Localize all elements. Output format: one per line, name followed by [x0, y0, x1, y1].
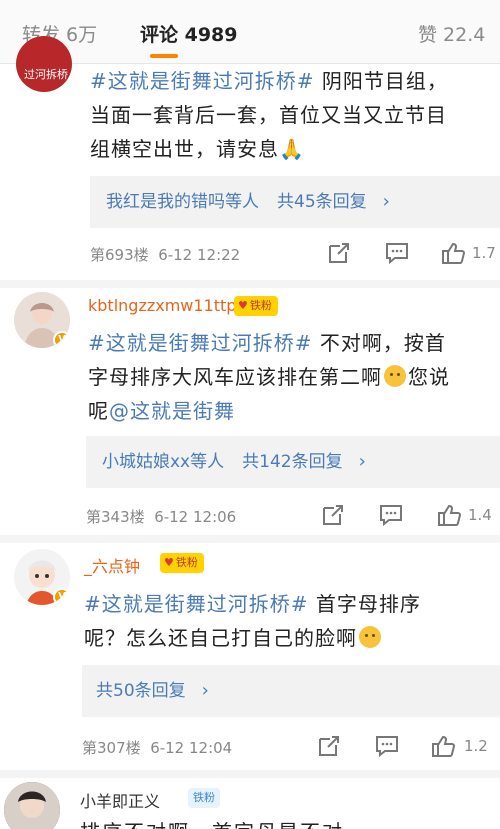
floor-number: 第693楼	[90, 246, 149, 264]
username[interactable]: _六点钟	[84, 553, 140, 577]
username[interactable]: kbtlngzzxmw11ttp	[88, 296, 236, 315]
avatar[interactable]: V	[14, 549, 70, 605]
comment-meta: 第307楼 6-12 12:04	[82, 737, 232, 758]
thumbs-up-icon[interactable]	[436, 502, 462, 528]
mention-link[interactable]: @这就是街舞	[109, 399, 235, 423]
thinking-emoji-icon	[384, 365, 406, 387]
reply-preview[interactable]: 我红是我的错吗等人 共45条回复 ›	[90, 176, 500, 228]
divider	[0, 770, 500, 778]
share-icon[interactable]	[316, 733, 342, 759]
divider	[0, 280, 500, 288]
reply-preview[interactable]: 共50条回复 ›	[82, 665, 500, 717]
share-icon[interactable]	[320, 502, 346, 528]
verified-icon: V	[53, 588, 70, 605]
comment-text: #这就是街舞过河拆桥# 不对啊，按首 字母排序大风车应该排在第二啊 您说 呢@这就…	[88, 331, 450, 423]
reply-preview[interactable]: 小城姑娘xx等人 共142条回复 ›	[86, 436, 500, 488]
tab-likes[interactable]: 赞 22.4	[418, 20, 485, 47]
comment-text: 排序不对啊，首字母是不对	[80, 816, 344, 829]
avatar[interactable]: V	[14, 292, 70, 348]
comment-meta: 第693楼 6-12 12:22	[90, 244, 240, 265]
comment-item: 小羊即正义 铁粉 排序不对啊，首字母是不对	[0, 778, 500, 829]
comment-icon[interactable]	[384, 240, 410, 266]
like-count: 1.4	[468, 506, 492, 524]
avatar-label: 过河拆桥	[24, 68, 68, 81]
comment-icon[interactable]	[378, 502, 404, 528]
fan-badge: 铁粉	[188, 788, 220, 808]
chevron-right-icon: ›	[358, 451, 366, 472]
thumbs-up-icon[interactable]	[430, 733, 456, 759]
comment-time: 6-12 12:06	[154, 508, 237, 526]
like-count: 1.2	[464, 737, 488, 755]
avatar[interactable]: 过河拆桥	[16, 36, 72, 92]
floor-number: 第343楼	[86, 508, 145, 526]
heart-icon: ♥	[164, 556, 174, 569]
hashtag-link[interactable]: #这就是街舞过河拆桥#	[84, 592, 309, 616]
reply-count: 共45条回复	[277, 192, 367, 212]
heart-icon: ♥	[238, 299, 248, 312]
reply-names: 小城姑娘xx等人	[102, 452, 225, 472]
comment-icon[interactable]	[374, 733, 400, 759]
comment-text: #这就是街舞过河拆桥# 阴阳节目组， 当面一套背后一套，首位又当又立节目 组横空…	[90, 69, 448, 161]
floor-number: 第307楼	[82, 739, 141, 757]
chevron-right-icon: ›	[382, 191, 390, 212]
fan-badge: ♥ 铁粉	[234, 296, 278, 316]
comment-tabs: 转发 6万 评论 4989 赞 22.4	[0, 0, 500, 64]
comment-item: 过河拆桥 #这就是街舞过河拆桥# 阴阳节目组， 当面一套背后一套，首位又当又立节…	[0, 36, 500, 284]
active-tab-indicator	[150, 54, 178, 58]
comment-item: V _六点钟 ♥ 铁粉 #这就是街舞过河拆桥# 首字母排序 呢？怎么还自己打自己的…	[0, 543, 500, 773]
reply-count: 共142条回复	[242, 452, 343, 472]
chevron-right-icon: ›	[201, 680, 209, 701]
verified-icon: V	[53, 331, 70, 348]
reply-count: 共50条回复	[96, 681, 186, 701]
fan-badge: ♥ 铁粉	[160, 553, 204, 573]
embarrassed-emoji-icon	[359, 626, 381, 648]
username[interactable]: 小羊即正义	[80, 788, 160, 812]
share-icon[interactable]	[326, 240, 352, 266]
reply-names: 我红是我的错吗等人	[106, 192, 259, 212]
comment-text: #这就是街舞过河拆桥# 首字母排序 呢？怎么还自己打自己的脸啊	[84, 592, 421, 650]
thumbs-up-icon[interactable]	[440, 240, 466, 266]
divider	[0, 535, 500, 543]
avatar[interactable]	[4, 782, 60, 829]
comment-meta: 第343楼 6-12 12:06	[86, 506, 236, 527]
hashtag-link[interactable]: #这就是街舞过河拆桥#	[90, 69, 315, 93]
hashtag-link[interactable]: #这就是街舞过河拆桥#	[88, 331, 313, 355]
comment-item: V kbtlngzzxmw11ttp ♥ 铁粉 #这就是街舞过河拆桥# 不对啊，按…	[0, 288, 500, 533]
comment-time: 6-12 12:22	[158, 246, 241, 264]
tab-comments[interactable]: 评论 4989	[140, 20, 238, 47]
comment-time: 6-12 12:04	[150, 739, 233, 757]
like-count: 1.7	[472, 244, 496, 262]
